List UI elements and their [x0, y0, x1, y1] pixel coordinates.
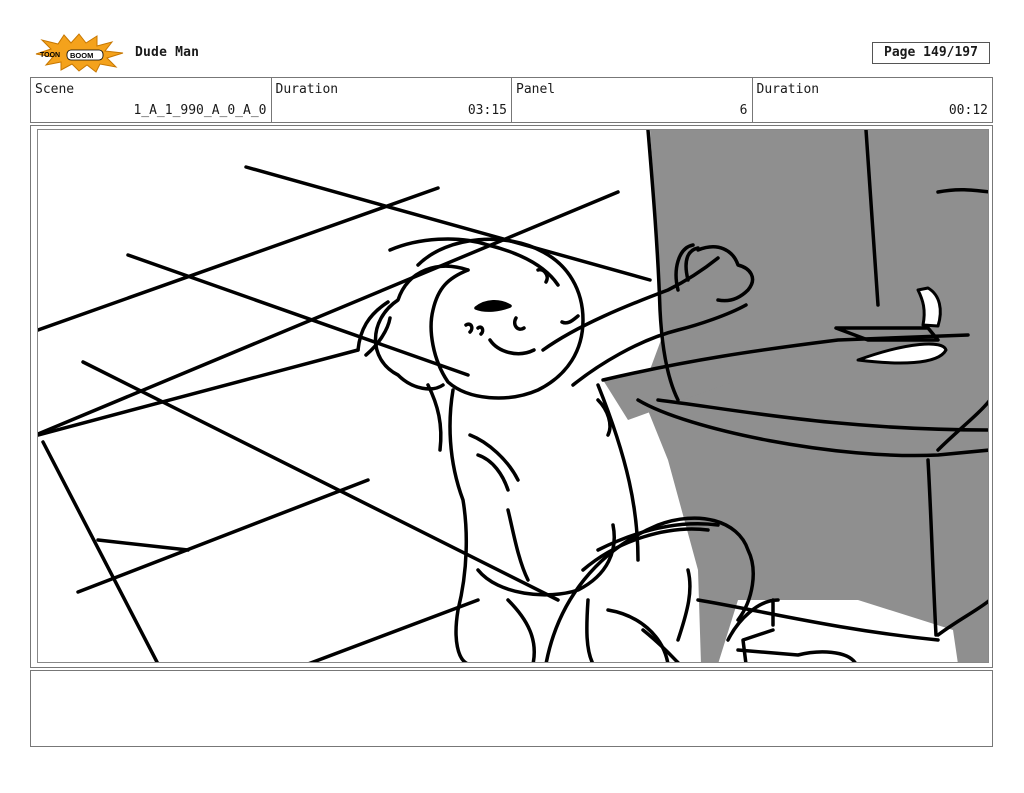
- scene-duration-label: Duration: [275, 82, 339, 97]
- scene-value: 1_A_1_990_A_0_A_0: [133, 103, 267, 118]
- logo-text-boom: BOOM: [70, 51, 93, 60]
- scene-duration-cell: Duration 03:15: [272, 78, 512, 122]
- sketch-gray-shapes: [603, 130, 988, 662]
- scene-duration-value: 03:15: [467, 103, 507, 118]
- panel-label: Panel: [516, 82, 556, 97]
- project-title: Dude Man: [135, 45, 200, 60]
- sketch-floor-grid: [38, 165, 652, 662]
- panel-value: 6: [739, 103, 748, 118]
- page-number: Page 149/197: [872, 42, 990, 64]
- toon-boom-logo: TOON BOOM: [35, 33, 124, 73]
- scene-info-bar: Scene 1_A_1_990_A_0_A_0 Duration 03:15 P…: [30, 77, 993, 123]
- logo-text-toon: TOON: [40, 52, 60, 59]
- panel-duration-label: Duration: [756, 82, 820, 97]
- panel-duration-cell: Duration 00:12: [753, 78, 993, 122]
- panel-cell: Panel 6: [512, 78, 753, 122]
- scene-cell: Scene 1_A_1_990_A_0_A_0: [31, 78, 272, 122]
- storyboard-sketch: [38, 130, 988, 662]
- storyboard-panel-image: [37, 129, 989, 663]
- scene-label: Scene: [35, 82, 75, 97]
- panel-duration-value: 00:12: [948, 103, 988, 118]
- notes-box: [30, 670, 993, 747]
